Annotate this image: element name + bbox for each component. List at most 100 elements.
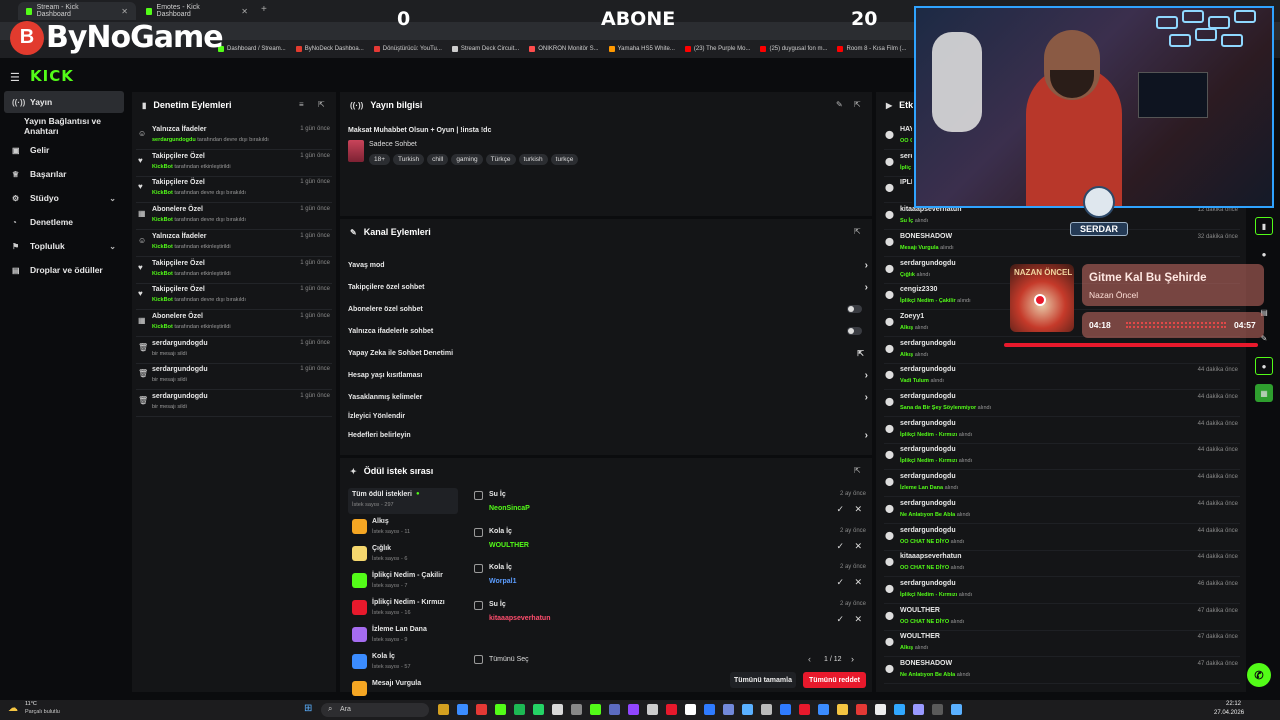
stream-tag[interactable]: gaming: [451, 154, 483, 165]
activity-user[interactable]: HAY: [900, 126, 912, 133]
activity-user[interactable]: serdargundogdu: [900, 260, 956, 267]
taskbar-app-icon[interactable]: [894, 704, 905, 715]
menu-icon[interactable]: ☰: [10, 71, 20, 84]
popout-icon[interactable]: ⇱: [854, 227, 861, 236]
sidebar-item-4[interactable]: ♕ Başarılar: [4, 163, 124, 185]
reward-type-item[interactable]: İzleme Lan Dana İstek sayısı - 9: [350, 625, 458, 651]
channel-action-row[interactable]: Yapay Zeka ile Sohbet Denetimi ⇱: [348, 342, 868, 364]
reward-type-item[interactable]: Alkış İstek sayısı - 11: [350, 517, 458, 543]
bookmark-item[interactable]: (23) The Purple Mo...: [684, 46, 750, 52]
taskbar-app-icon[interactable]: [457, 704, 468, 715]
chevron-right-icon[interactable]: ›: [865, 282, 868, 293]
chevron-right-icon[interactable]: ›: [865, 392, 868, 403]
chevron-right-icon[interactable]: ›: [865, 430, 868, 441]
activity-user[interactable]: serdargundogdu: [900, 420, 956, 427]
reject-all-button[interactable]: Tümünü reddet: [803, 672, 866, 688]
kick-logo[interactable]: KICK: [30, 67, 74, 85]
complete-all-button[interactable]: Tümünü tamamla: [730, 672, 796, 688]
sidebar-item-1[interactable]: ((·)) Yayın: [4, 91, 124, 113]
activity-user[interactable]: BONESHADOW: [900, 233, 952, 240]
reject-x-icon[interactable]: ✕: [854, 614, 862, 625]
new-tab-button[interactable]: +: [261, 4, 267, 15]
taskbar-app-icon[interactable]: [761, 704, 772, 715]
activity-user[interactable]: WOULTHER: [900, 607, 940, 614]
taskbar-app-icon[interactable]: [875, 704, 886, 715]
reject-x-icon[interactable]: ✕: [854, 577, 862, 588]
activity-user[interactable]: BONESHADOW: [900, 660, 952, 667]
reward-type-item[interactable]: Çığlık İstek sayısı - 6: [350, 544, 458, 570]
popout-icon[interactable]: ⇱: [854, 100, 861, 109]
activity-user[interactable]: IPLIK: [900, 179, 912, 186]
external-link-icon[interactable]: ⇱: [857, 349, 864, 358]
taskbar-app-icon[interactable]: [742, 704, 753, 715]
activity-user[interactable]: serdargundogdu: [900, 366, 956, 373]
taskbar-app-icon[interactable]: [438, 704, 449, 715]
channel-action-row[interactable]: Hedefleri belirleyin ›: [348, 424, 868, 446]
activity-user[interactable]: cengiz2330: [900, 286, 937, 293]
taskbar-app-icon[interactable]: [590, 704, 601, 715]
taskbar-app-icon[interactable]: [476, 704, 487, 715]
taskbar-app-icon[interactable]: [837, 704, 848, 715]
taskbar-app-icon[interactable]: [799, 704, 810, 715]
taskbar-search-box[interactable]: ⌕ Ara: [321, 703, 429, 717]
channel-action-row[interactable]: Yavaş mod ›: [348, 254, 868, 276]
approve-check-icon[interactable]: ✓: [836, 504, 844, 515]
channel-action-row[interactable]: Takipçilere özel sohbet ›: [348, 276, 868, 298]
sidebar-item-7[interactable]: ⚑ Topluluk ⌄: [4, 235, 124, 257]
stream-tag[interactable]: chill: [427, 154, 449, 165]
taskbar-app-icon[interactable]: [552, 704, 563, 715]
tab-emotes-dashboard[interactable]: Emotes - Kick Dashboard ✕: [138, 2, 256, 20]
bookmark-item[interactable]: Stream Deck Circuit...: [451, 46, 519, 52]
taskbar-app-icon[interactable]: [818, 704, 829, 715]
prev-page-icon[interactable]: ‹: [808, 654, 811, 664]
request-checkbox[interactable]: [474, 491, 483, 500]
reward-type-item[interactable]: Kola İç İstek sayısı - 57: [350, 652, 458, 678]
request-checkbox[interactable]: [474, 527, 483, 537]
taskbar-app-icon[interactable]: [514, 704, 525, 715]
toggle-switch[interactable]: [847, 305, 862, 313]
request-checkbox[interactable]: [474, 600, 483, 610]
strip-chat-icon[interactable]: ●: [1255, 245, 1273, 263]
activity-user[interactable]: serdargundogdu: [900, 473, 956, 480]
close-tab-icon[interactable]: ✕: [241, 7, 248, 16]
strip-share-icon[interactable]: ●: [1255, 357, 1273, 375]
popout-icon[interactable]: ⇱: [318, 100, 325, 109]
bookmark-item[interactable]: ONIKRON Monitör S...: [529, 46, 599, 52]
channel-action-row[interactable]: Hesap yaşı kısıtlaması ›: [348, 364, 868, 386]
taskbar-app-icon[interactable]: [704, 704, 715, 715]
channel-action-row[interactable]: Yalnızca ifadelerle sohbet: [348, 320, 868, 342]
activity-user[interactable]: serdargundogdu: [900, 446, 956, 453]
weather-icon[interactable]: ☁: [8, 703, 18, 714]
chevron-down-icon[interactable]: ⌄: [109, 242, 116, 251]
approve-check-icon[interactable]: ✓: [836, 577, 844, 588]
taskbar-app-icon[interactable]: [951, 704, 962, 715]
reward-type-item[interactable]: Tüm ödül istekleri ● İstek sayısı - 297: [350, 490, 458, 516]
sidebar-item-8[interactable]: ▤ Droplar ve ödüller: [4, 259, 124, 281]
request-user[interactable]: Worpal1: [489, 578, 517, 585]
taskbar-app-icon[interactable]: [495, 704, 506, 715]
bookmark-item[interactable]: Dashboard / Stream...: [218, 46, 286, 52]
reject-x-icon[interactable]: ✕: [854, 541, 862, 552]
sidebar-item-5[interactable]: ⚙ Stüdyo ⌄: [4, 187, 124, 209]
select-all-checkbox[interactable]: [474, 655, 483, 664]
approve-check-icon[interactable]: ✓: [836, 614, 844, 625]
taskbar-app-icon[interactable]: [780, 704, 791, 715]
popout-icon[interactable]: ⇱: [854, 466, 861, 475]
bookmark-item[interactable]: Yamaha HS5 White...: [608, 46, 675, 52]
taskbar-app-icon[interactable]: [685, 704, 696, 715]
close-tab-icon[interactable]: ✕: [121, 7, 128, 16]
taskbar-app-icon[interactable]: [723, 704, 734, 715]
bookmark-item[interactable]: Room 8 - Kısa Film (...: [837, 46, 907, 52]
request-user[interactable]: kitaaapseverhatun: [489, 615, 550, 622]
request-user[interactable]: WOULTHER: [489, 542, 529, 549]
stream-tag[interactable]: Turkish: [393, 154, 425, 165]
activity-user[interactable]: serdargundogdu: [900, 500, 956, 507]
taskbar-app-icon[interactable]: [609, 704, 620, 715]
bookmark-item[interactable]: Dönüştürücü: YouTu...: [373, 46, 442, 52]
activity-user[interactable]: serdargundogdu: [900, 340, 956, 347]
activity-user[interactable]: serdargundogdu: [900, 393, 956, 400]
taskbar-app-icon[interactable]: [932, 704, 943, 715]
reward-type-item[interactable]: İplikçi Nedim - Çakilir İstek sayısı - 7: [350, 571, 458, 597]
activity-user[interactable]: serdargundogdu: [900, 580, 956, 587]
chevron-right-icon[interactable]: ›: [865, 260, 868, 271]
